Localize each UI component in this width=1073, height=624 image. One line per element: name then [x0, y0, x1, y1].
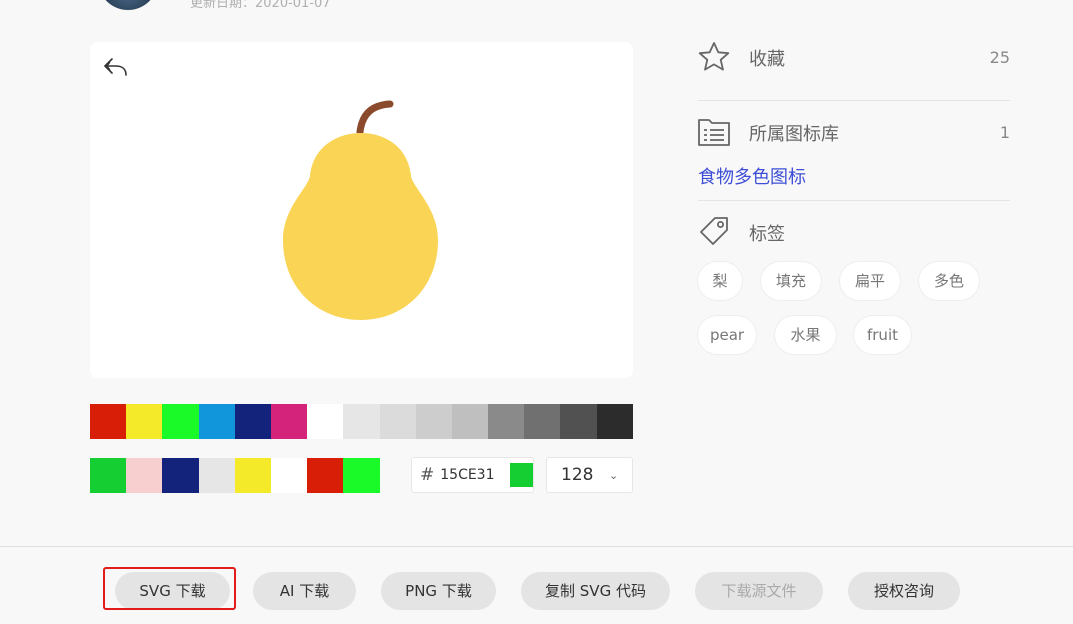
hex-value[interactable]: 15CE31 [440, 467, 510, 483]
color-swatch[interactable] [270, 404, 308, 439]
color-swatch[interactable] [596, 404, 633, 439]
color-swatch[interactable] [126, 458, 163, 493]
used-color-swatches [90, 458, 380, 493]
color-hex-input[interactable]: # 15CE31 [411, 457, 534, 493]
tag-chip[interactable]: 扁平 [840, 262, 900, 300]
library-label: 所属图标库 [749, 124, 839, 145]
pear-icon [283, 100, 438, 320]
color-swatch[interactable] [343, 404, 380, 439]
color-swatch[interactable] [343, 458, 380, 493]
color-swatch[interactable] [162, 458, 199, 493]
color-swatch[interactable] [270, 458, 308, 493]
folder-list-icon [698, 119, 730, 146]
size-value: 128 [561, 465, 594, 485]
divider [698, 200, 1010, 201]
copy-svg-code-button[interactable]: 复制 SVG 代码 [521, 572, 670, 610]
color-swatch[interactable] [234, 458, 271, 493]
color-swatch[interactable] [415, 404, 452, 439]
tag-icon [700, 217, 728, 245]
update-date: 更新日期：2020-01-07 [190, 0, 331, 11]
color-swatch[interactable] [379, 404, 416, 439]
chevron-down-icon: ⌄ [609, 468, 619, 482]
avatar[interactable] [98, 0, 158, 10]
divider [698, 100, 1010, 101]
palette-swatches [90, 404, 633, 439]
footer-divider [0, 546, 1073, 547]
tag-chip[interactable]: 梨 [698, 262, 742, 300]
color-swatch[interactable] [162, 404, 199, 439]
tag-chip[interactable]: 多色 [919, 262, 979, 300]
color-swatch[interactable] [560, 404, 597, 439]
color-swatch[interactable] [524, 404, 561, 439]
color-swatch[interactable] [234, 404, 271, 439]
ai-download-button[interactable]: AI 下载 [253, 572, 356, 610]
favorites-label: 收藏 [749, 49, 785, 70]
color-swatch[interactable] [90, 404, 127, 439]
color-swatch[interactable] [126, 404, 163, 439]
color-swatch[interactable] [198, 458, 235, 493]
star-icon[interactable] [697, 40, 731, 74]
license-consult-button[interactable]: 授权咨询 [848, 572, 960, 610]
tag-chip[interactable]: 水果 [775, 316, 836, 354]
undo-icon[interactable] [101, 55, 129, 79]
tags-label: 标签 [749, 224, 785, 245]
color-swatch[interactable] [451, 404, 489, 439]
tag-chip[interactable]: pear [698, 316, 756, 354]
library-count: 1 [999, 123, 1010, 142]
library-link[interactable]: 食物多色图标 [698, 163, 806, 189]
svg-download-button[interactable]: SVG 下载 [115, 572, 230, 610]
color-chip[interactable] [509, 463, 533, 487]
tag-chip[interactable]: 填充 [761, 262, 821, 300]
color-swatch[interactable] [488, 404, 525, 439]
size-select[interactable]: 128 ⌄ [546, 457, 633, 493]
color-swatch[interactable] [198, 404, 235, 439]
color-swatch[interactable] [307, 458, 344, 493]
color-swatch[interactable] [90, 458, 127, 493]
hash-symbol: # [420, 465, 435, 485]
color-swatch[interactable] [307, 404, 344, 439]
favorites-count: 25 [989, 48, 1010, 67]
download-source-button[interactable]: 下载源文件 [695, 572, 823, 610]
tag-chip[interactable]: fruit [854, 316, 911, 354]
png-download-button[interactable]: PNG 下载 [381, 572, 496, 610]
